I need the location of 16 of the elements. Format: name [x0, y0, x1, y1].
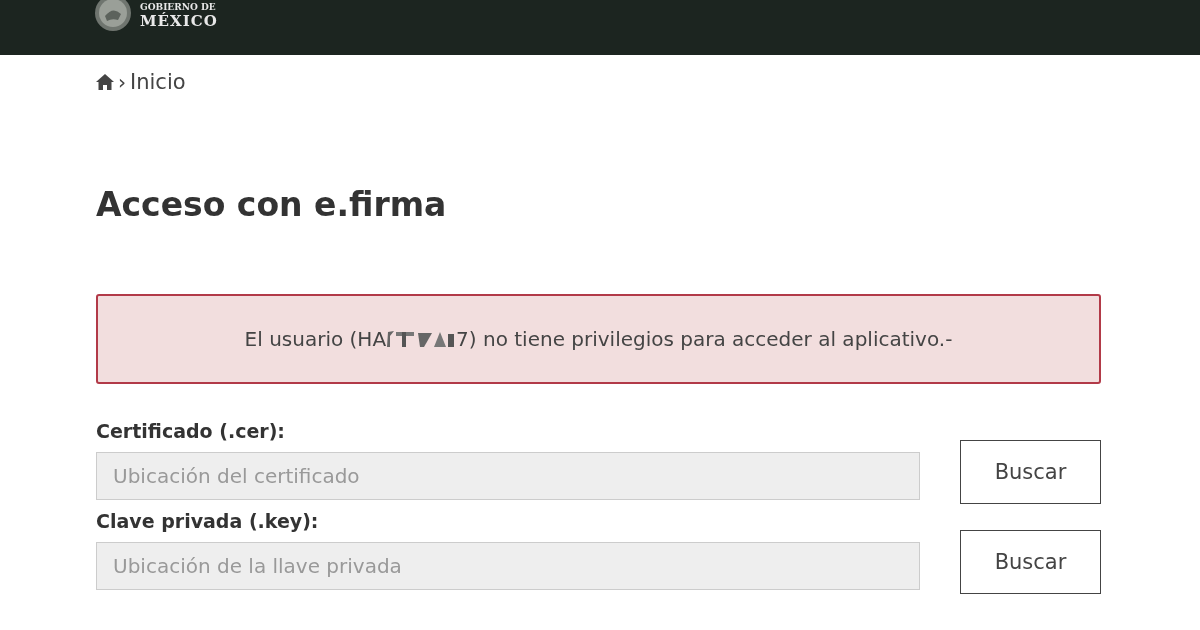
home-icon[interactable] — [96, 74, 114, 90]
browse-button[interactable]: Buscar — [960, 530, 1101, 594]
input-field[interactable]: Ubicación de la llave privada — [96, 542, 920, 590]
brand-title: GOBIERNO DE — [140, 3, 217, 12]
alert-text: 7) no tiene privilegios para acceder al aplicativo.- — [456, 327, 953, 351]
breadcrumb-separator: › — [118, 70, 126, 94]
field-label: Certificado (.cer): — [96, 420, 286, 442]
brand-title: MÉXICO — [140, 14, 218, 29]
redaction-mark — [386, 330, 457, 348]
input-field[interactable]: Ubicación del certificado — [96, 452, 920, 500]
emblem-icon — [94, 0, 132, 32]
field-label: Clave privada (.key): — [96, 510, 320, 532]
alert-text: El usuario (HA — [244, 327, 387, 351]
page-title: Acceso con e.firma — [96, 185, 448, 224]
browse-button[interactable]: Buscar — [960, 440, 1101, 504]
breadcrumb-link[interactable]: Inicio — [130, 70, 186, 94]
